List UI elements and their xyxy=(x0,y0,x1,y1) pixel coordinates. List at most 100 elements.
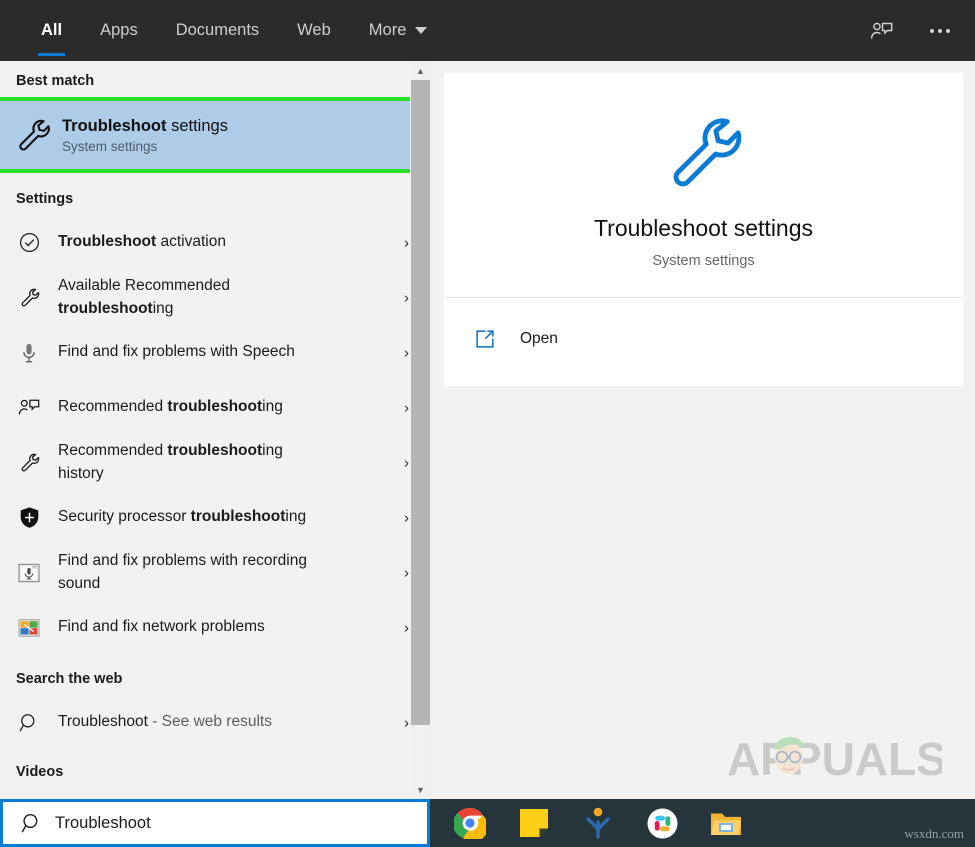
section-header-search-the-web: Search the web xyxy=(16,671,123,687)
detail-actions: Open xyxy=(444,298,963,386)
chevron-down-icon xyxy=(415,27,428,34)
list-item-label: Troubleshoot - See web results xyxy=(58,711,272,733)
list-item-available-recommended-troubleshooting[interactable]: Available Recommended troubleshooting › xyxy=(0,270,431,325)
chevron-right-icon[interactable]: › xyxy=(404,509,409,526)
open-button-label: Open xyxy=(520,330,558,347)
chevron-right-icon[interactable]: › xyxy=(404,344,409,361)
list-item-label: Find and fix network problems xyxy=(58,618,265,636)
list-item-find-fix-recording-sound[interactable]: Find and fix problems with recording sou… xyxy=(0,545,431,600)
list-item-label-rest: ing xyxy=(285,508,307,526)
search-input[interactable]: Troubleshoot xyxy=(0,799,430,847)
list-item-security-processor-troubleshooting[interactable]: Security processor troubleshooting › xyxy=(0,490,431,545)
xodo-icon[interactable] xyxy=(581,806,615,840)
list-item-recommended-troubleshooting-history[interactable]: Recommended troubleshooting history › xyxy=(0,435,431,490)
best-match-title-rest: settings xyxy=(166,116,228,135)
recording-sound-icon xyxy=(0,563,58,583)
detail-title: Troubleshoot settings xyxy=(593,214,814,241)
best-match-subtitle: System settings xyxy=(62,139,158,155)
chrome-icon[interactable] xyxy=(453,806,487,840)
scroll-down-icon[interactable]: ▼ xyxy=(410,780,431,799)
check-circle-icon xyxy=(0,231,58,254)
taskbar: Troubleshoot wsxdn.com xyxy=(0,799,975,847)
chevron-right-icon[interactable]: › xyxy=(404,234,409,251)
list-item-label-rest: ing xyxy=(262,398,283,416)
list-item-label-bold: troubleshoot xyxy=(167,442,263,460)
chevron-right-icon[interactable]: › xyxy=(404,714,409,731)
detail-card: Troubleshoot settings System settings Op… xyxy=(444,73,963,386)
list-item-label-rest: ing xyxy=(152,299,174,317)
section-header-videos: Videos xyxy=(16,764,64,780)
list-item-label-bold: troubleshoot xyxy=(58,299,153,317)
search-icon xyxy=(0,712,58,733)
list-item-recommended-troubleshooting[interactable]: Recommended troubleshooting › xyxy=(0,380,431,435)
results-pane: Best match Troubleshoot settings System … xyxy=(0,61,431,799)
list-item-label-pre: Security processor xyxy=(58,508,191,526)
ellipsis-icon[interactable] xyxy=(923,14,957,48)
scrollbar-track[interactable] xyxy=(410,80,431,780)
list-item-label: Recommended troubleshooting xyxy=(58,396,283,418)
search-icon xyxy=(3,812,55,834)
network-icon xyxy=(0,618,58,638)
list-item-label-bold: Troubleshoot xyxy=(58,713,148,731)
list-item-label: Available Recommended troubleshooting xyxy=(58,275,348,320)
detail-hero: Troubleshoot settings System settings xyxy=(444,73,963,297)
tab-web[interactable]: Web xyxy=(278,0,350,61)
microphone-icon xyxy=(0,342,58,364)
list-item-label: Security processor troubleshooting xyxy=(58,506,306,528)
list-item-troubleshoot-activation[interactable]: Troubleshoot activation › xyxy=(0,215,431,270)
scroll-up-icon[interactable]: ▲ xyxy=(410,61,431,80)
list-item-label-bold: troubleshoot xyxy=(167,398,263,416)
list-item-find-fix-speech[interactable]: Find and fix problems with Speech › xyxy=(0,325,431,380)
best-match-title-bold: Troubleshoot xyxy=(62,116,167,135)
list-item-label-rest: activation xyxy=(156,233,226,251)
wsxdn-watermark: wsxdn.com xyxy=(904,826,964,841)
section-header-settings: Settings xyxy=(16,191,74,207)
shield-icon xyxy=(0,506,58,529)
results-scrollbar[interactable]: ▲ ▼ xyxy=(410,61,431,799)
chevron-right-icon[interactable]: › xyxy=(404,289,409,306)
list-item-label-pre: Recommended xyxy=(58,398,168,416)
list-item-label: Recommended troubleshooting history xyxy=(58,440,308,485)
wrench-icon xyxy=(0,451,58,474)
list-item-label-pre: Available Recommended xyxy=(58,277,231,295)
tab-more-label: More xyxy=(368,21,407,39)
open-button[interactable]: Open xyxy=(444,320,963,358)
file-explorer-icon[interactable] xyxy=(709,806,743,840)
tab-documents[interactable]: Documents xyxy=(157,0,278,61)
list-item-see-web-results[interactable]: Troubleshoot - See web results › xyxy=(0,695,431,750)
person-feedback-icon xyxy=(0,396,58,419)
list-item-label-pre: Recommended xyxy=(58,442,168,460)
chevron-right-icon[interactable]: › xyxy=(404,454,409,471)
list-item-label-bold: Troubleshoot xyxy=(58,233,157,251)
chevron-right-icon[interactable]: › xyxy=(404,619,409,636)
wrench-icon-large xyxy=(660,108,748,201)
chevron-right-icon[interactable]: › xyxy=(404,564,409,581)
best-match-title: Troubleshoot settings xyxy=(62,116,228,137)
tab-all[interactable]: All xyxy=(22,0,81,61)
list-item-label-rest: - See web results xyxy=(147,713,272,731)
taskbar-icons xyxy=(453,799,743,847)
tab-list: All Apps Documents Web More xyxy=(0,0,446,61)
best-match-text: Troubleshoot settings System settings xyxy=(62,116,228,155)
wrench-icon xyxy=(4,115,62,155)
sticky-notes-icon[interactable] xyxy=(517,806,551,840)
search-input-value: Troubleshoot xyxy=(55,813,151,832)
person-feedback-icon[interactable] xyxy=(865,14,899,48)
list-item-label: Troubleshoot activation xyxy=(58,231,226,253)
best-match-wrapper: Troubleshoot settings System settings xyxy=(0,97,425,173)
detail-subtitle: System settings xyxy=(652,252,755,269)
chevron-right-icon[interactable]: › xyxy=(404,399,409,416)
open-external-icon xyxy=(474,328,520,350)
list-item-find-fix-network-problems[interactable]: Find and fix network problems › xyxy=(0,600,431,655)
tab-documents-label: Documents xyxy=(175,21,260,39)
list-item-label: Find and fix problems with Speech xyxy=(58,343,295,361)
scrollbar-thumb[interactable] xyxy=(411,80,430,725)
tab-apps-label: Apps xyxy=(100,21,138,39)
topbar-actions xyxy=(865,0,957,61)
section-header-best-match: Best match xyxy=(16,73,95,89)
detail-pane: Troubleshoot settings System settings Op… xyxy=(431,61,975,799)
slack-icon[interactable] xyxy=(645,806,679,840)
best-match-item-troubleshoot-settings[interactable]: Troubleshoot settings System settings xyxy=(0,97,425,173)
tab-more[interactable]: More xyxy=(350,0,447,61)
tab-apps[interactable]: Apps xyxy=(81,0,157,61)
